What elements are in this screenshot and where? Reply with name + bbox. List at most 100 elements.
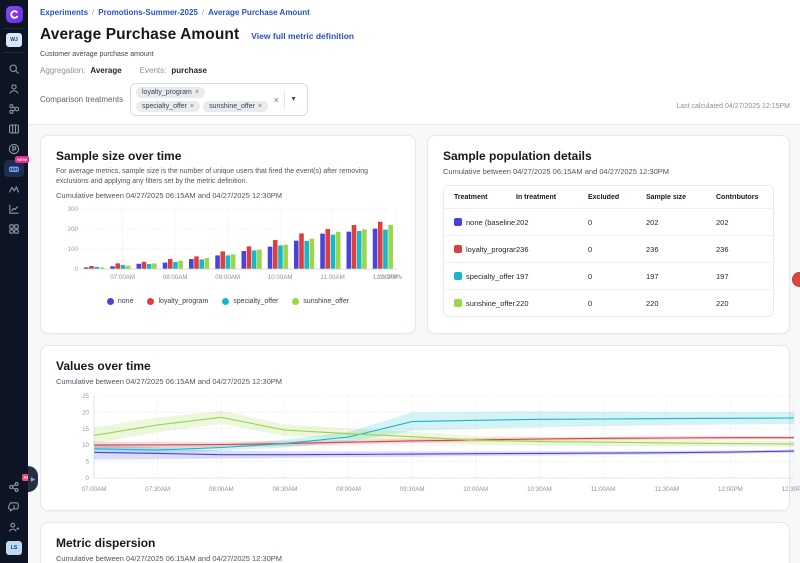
notification-dot[interactable] [792,272,800,287]
table-header-cell: Sample size [646,194,716,201]
svg-text:07:00AM: 07:00AM [82,486,107,493]
table-row[interactable]: loyalty_program2360236236 [444,235,773,262]
table-cell: 202 [716,218,773,227]
treatment-chip[interactable]: loyalty_program× [136,87,205,98]
table-header-cell: In treatment [516,194,588,201]
invite-user-icon[interactable] [4,518,24,535]
values-line-chart: 051015202507:00AM07:30AM08:00AM08:30AM09… [56,390,800,502]
treatment-label: sunshine_offer [466,299,515,308]
sidebar: WJ [0,0,28,563]
help-chat-icon[interactable] [4,498,24,515]
search-icon[interactable] [4,60,24,77]
new-badge: NEW [15,156,29,163]
svg-text:0: 0 [75,266,79,273]
treatment-color-swatch [454,218,462,226]
table-cell: 236 [716,245,773,254]
svg-text:200: 200 [68,226,79,233]
table-cell: 0 [588,245,646,254]
svg-text:09:00AM: 09:00AM [336,486,361,493]
table-cell: 220 [516,299,588,308]
svg-text:01:00PM: 01:00PM [379,274,402,281]
svg-text:300: 300 [68,206,79,213]
legend-label: specialty_offer [233,298,278,305]
page-title: Average Purchase Amount [40,26,239,44]
breadcrumb-item[interactable]: Average Purchase Amount [208,8,310,17]
user-avatar[interactable]: LS [6,541,22,555]
svg-text:0: 0 [86,475,90,482]
aggregation-value: Average [90,66,121,75]
dispersion-subtitle: Cumulative between 04/27/2025 06:15AM an… [56,554,774,563]
sample-size-description: For average metrics, sample size is the … [56,167,400,187]
table-row[interactable]: none (baseline)2020202202 [444,208,773,235]
svg-text:09:30AM: 09:30AM [400,486,425,493]
chip-remove-icon[interactable]: × [258,103,262,110]
breadcrumb-item[interactable]: Promotions-Summer-2025 [98,8,198,17]
table-cell: 236 [646,245,716,254]
chevron-down-icon[interactable]: ▼ [285,96,302,103]
values-subtitle: Cumulative between 04/27/2025 06:15AM an… [56,377,774,386]
last-calculated-text: Last calculated 04/27/2025 12:15PM [676,103,790,110]
table-cell: 220 [716,299,773,308]
treatment-cell: loyalty_program [454,245,516,254]
cards-area: Sample size over time For average metric… [28,125,800,563]
svg-text:10:00AM: 10:00AM [268,274,293,281]
legend-item[interactable]: sunshine_offer [292,298,349,305]
table-cell: 197 [646,272,716,281]
users-icon[interactable] [4,80,24,97]
clear-all-icon[interactable]: × [269,95,284,105]
events-label: Events: [140,66,167,75]
svg-text:12:30PM: 12:30PM [782,486,800,493]
legend-item[interactable]: loyalty_program [147,298,208,305]
segments-columns-icon[interactable] [4,120,24,137]
treatment-cell: none (baseline) [454,218,516,227]
treatment-chip-label: sunshine_offer [209,103,255,110]
population-title: Sample population details [443,149,774,163]
table-cell: 0 [588,218,646,227]
treatment-chip[interactable]: sunshine_offer× [203,101,268,112]
legend-label: loyalty_program [158,298,208,305]
apps-grid-icon[interactable] [4,220,24,237]
sample-size-bar-chart: 010020030007:00AM08:00AM09:00AM10:00AM11… [56,203,402,291]
treatment-color-swatch [454,272,462,280]
legend-item[interactable]: specialty_offer [222,298,278,305]
table-row[interactable]: sunshine_offer2200220220 [444,289,773,316]
table-cell: 202 [516,218,588,227]
page-header: Experiments/Promotions-Summer-2025/Avera… [28,0,800,125]
view-metric-definition-link[interactable]: View full metric definition [251,31,354,41]
population-subtitle: Cumulative between 04/27/2025 06:15AM an… [443,167,774,176]
experiments-icon-active[interactable]: NEW [4,160,24,177]
ai-assistant-icon[interactable]: AI [4,478,24,495]
table-cell: 236 [516,245,588,254]
table-cell: 220 [646,299,716,308]
workspace-avatar[interactable]: WJ [6,33,22,47]
svg-text:5: 5 [86,459,90,466]
statsig-logo-icon[interactable] [6,6,23,23]
legend-item[interactable]: none [107,298,134,305]
metric-dispersion-card: Metric dispersion Cumulative between 04/… [40,522,790,563]
treatment-color-swatch [454,245,462,253]
legend-label: none [118,298,134,305]
svg-text:10:30AM: 10:30AM [527,486,552,493]
values-title: Values over time [56,359,774,373]
app-root: WJ [0,0,800,563]
treatments-multiselect[interactable]: loyalty_program×specialty_offer×sunshine… [130,83,308,116]
insights-icon[interactable] [4,180,24,197]
feature-gates-icon[interactable] [4,100,24,117]
table-row[interactable]: specialty_offer1970197197 [444,262,773,289]
treatment-chip-label: loyalty_program [142,89,192,96]
table-header-cell: Treatment [454,194,516,201]
chip-remove-icon[interactable]: × [195,89,199,96]
svg-text:09:00AM: 09:00AM [215,274,240,281]
treatment-chip[interactable]: specialty_offer× [136,101,200,112]
table-header-cell: Contributors [716,194,773,201]
pulse-icon[interactable] [4,140,24,157]
treatment-label: none (baseline) [466,218,516,227]
svg-text:20: 20 [82,409,89,416]
breadcrumb-item[interactable]: Experiments [40,8,88,17]
treatment-cell: specialty_offer [454,272,516,281]
table-header-cell: Excluded [588,194,646,201]
metrics-chart-icon[interactable] [4,200,24,217]
chip-remove-icon[interactable]: × [190,103,194,110]
table-cell: 0 [588,272,646,281]
dispersion-title: Metric dispersion [56,536,774,550]
